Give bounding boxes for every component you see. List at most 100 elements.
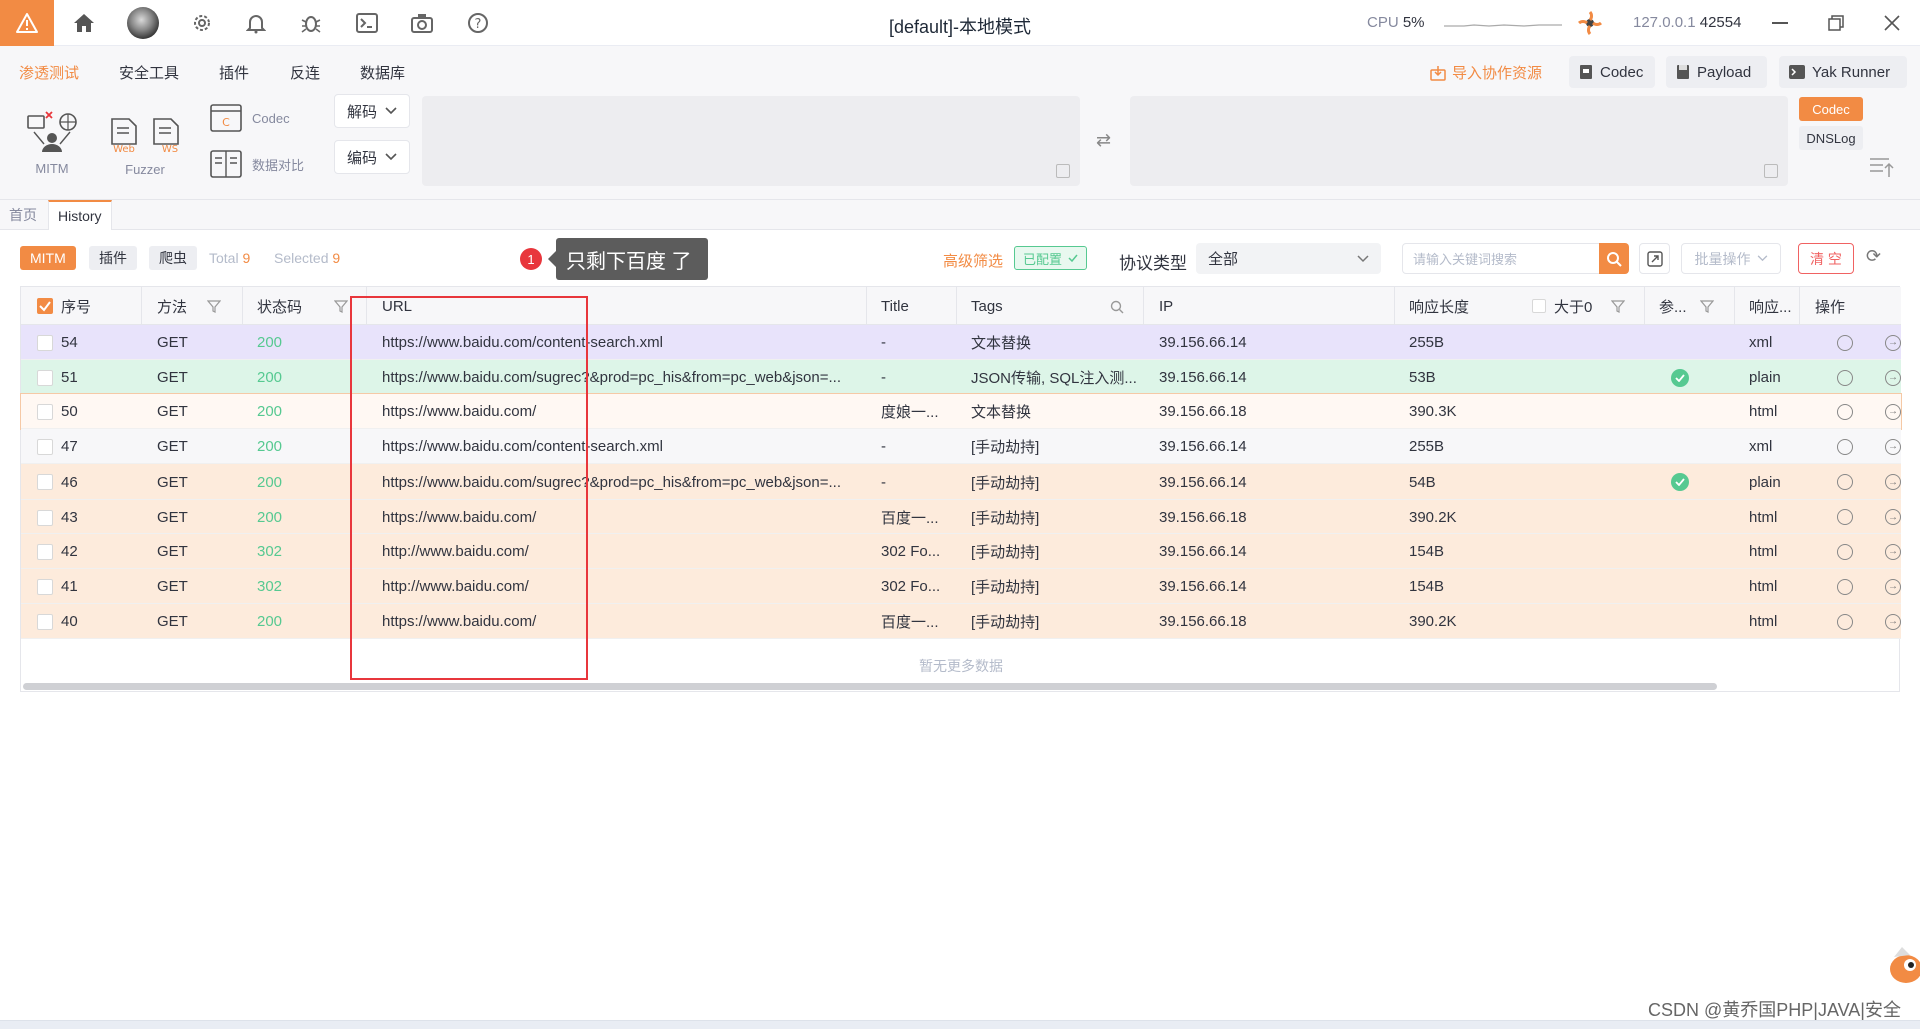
minimize-icon[interactable] xyxy=(1766,10,1794,36)
row-checkbox[interactable] xyxy=(37,335,53,351)
table-row[interactable]: 46 GET 200 https://www.baidu.com/sugrec?&pr… xyxy=(21,464,1901,500)
horizontal-scrollbar[interactable] xyxy=(23,683,1717,690)
codec-tool[interactable]: C Codec xyxy=(210,104,290,132)
menu-reverse[interactable]: 反连 xyxy=(290,62,320,83)
browser-open-icon[interactable] xyxy=(1837,360,1853,395)
arrow-right-icon[interactable]: → xyxy=(1885,534,1901,569)
col-length[interactable]: 响应长度 xyxy=(1409,287,1469,325)
warning-icon[interactable] xyxy=(0,0,54,46)
codec-output-area[interactable] xyxy=(1130,96,1788,186)
browser-open-icon[interactable] xyxy=(1837,569,1853,604)
camera-icon[interactable] xyxy=(409,10,435,36)
row-checkbox[interactable] xyxy=(37,404,53,420)
decode-select[interactable]: 解码 xyxy=(334,94,410,128)
browser-open-icon[interactable] xyxy=(1837,500,1853,534)
mascot-icon[interactable] xyxy=(1880,935,1920,995)
yak-runner-button[interactable]: Yak Runner xyxy=(1779,56,1907,88)
menu-pentest[interactable]: 渗透测试 xyxy=(19,62,79,83)
row-checkbox[interactable] xyxy=(37,370,53,386)
search-icon[interactable] xyxy=(1110,300,1124,314)
fuzzer-tool[interactable]: Web WS Fuzzer xyxy=(106,118,184,177)
arrow-right-icon[interactable]: → xyxy=(1885,569,1901,604)
refresh-icon[interactable]: ⟳ xyxy=(1866,246,1881,267)
collapse-icon[interactable] xyxy=(1869,156,1895,178)
select-all-checkbox[interactable] xyxy=(37,298,53,314)
filter-icon[interactable] xyxy=(1700,300,1714,313)
browser-open-icon[interactable] xyxy=(1837,429,1853,464)
browser-open-icon[interactable] xyxy=(1837,464,1853,500)
help-icon[interactable]: ? xyxy=(465,10,491,36)
bell-icon[interactable] xyxy=(243,10,269,36)
browser-open-icon[interactable] xyxy=(1837,534,1853,569)
protocol-type-select[interactable]: 全部 xyxy=(1196,243,1381,274)
table-row[interactable]: 40 GET 200 https://www.baidu.com/百度一... [手动劫… xyxy=(21,604,1901,639)
table-row[interactable]: 42 GET 302 http://www.baidu.com/302 Fo... [手… xyxy=(21,534,1901,569)
table-row[interactable]: 47 GET 200 https://www.baidu.com/content-se… xyxy=(21,429,1901,464)
configured-tag[interactable]: 已配置 xyxy=(1014,246,1088,270)
col-ip[interactable]: IP xyxy=(1159,287,1173,325)
bug-icon[interactable] xyxy=(298,10,324,36)
arrow-right-icon[interactable]: → xyxy=(1885,429,1901,464)
tab-history[interactable]: History xyxy=(48,200,112,230)
browser-open-icon[interactable] xyxy=(1837,325,1853,360)
col-params[interactable]: 参... xyxy=(1659,287,1687,325)
table-row[interactable]: 50 GET 200 https://www.baidu.com/度娘一... 文本替换… xyxy=(20,393,1902,430)
search-button[interactable] xyxy=(1599,243,1629,274)
col-status[interactable]: 状态码 xyxy=(257,287,302,325)
row-checkbox[interactable] xyxy=(37,544,53,560)
encode-select[interactable]: 编码 xyxy=(334,140,410,174)
arrow-right-icon[interactable]: → xyxy=(1885,325,1901,360)
greater-than-zero-checkbox[interactable] xyxy=(1532,299,1546,313)
terminal-icon[interactable] xyxy=(354,10,380,36)
swap-icon[interactable]: ⇄ xyxy=(1096,130,1111,151)
filter-icon[interactable] xyxy=(207,300,221,313)
row-checkbox[interactable] xyxy=(37,579,53,595)
tab-home[interactable]: 首页 xyxy=(0,200,46,230)
import-resources-button[interactable]: 导入协作资源 xyxy=(1430,62,1542,83)
arrow-right-icon[interactable]: → xyxy=(1885,464,1901,500)
mitm-tool[interactable]: MITM xyxy=(22,108,82,176)
col-title[interactable]: Title xyxy=(881,287,909,325)
browser-open-icon[interactable] xyxy=(1837,604,1853,639)
col-id[interactable]: 序号 xyxy=(61,287,91,325)
arrow-right-icon[interactable]: → xyxy=(1885,604,1901,639)
menu-plugins[interactable]: 插件 xyxy=(219,62,249,83)
codec-input-area[interactable] xyxy=(422,96,1080,186)
col-tags[interactable]: Tags xyxy=(971,287,1003,325)
close-icon[interactable] xyxy=(1878,10,1906,36)
side-dnslog-button[interactable]: DNSLog xyxy=(1799,126,1863,150)
filter-icon[interactable] xyxy=(1611,300,1625,313)
table-row[interactable]: 41 GET 302 http://www.baidu.com/302 Fo... [手… xyxy=(21,569,1901,604)
col-method[interactable]: 方法 xyxy=(157,287,187,325)
filter-plugin-chip[interactable]: 插件 xyxy=(89,246,137,270)
batch-action-select[interactable]: 批量操作 xyxy=(1681,243,1781,274)
side-codec-button[interactable]: Codec xyxy=(1799,97,1863,121)
home-icon[interactable] xyxy=(71,10,97,36)
table-row[interactable]: 51 GET 200 https://www.baidu.com/sugrec?&pr… xyxy=(21,360,1901,395)
arrow-right-icon[interactable]: → xyxy=(1885,394,1901,429)
codec-button[interactable]: Codec xyxy=(1569,56,1655,88)
payload-button[interactable]: Payload xyxy=(1666,56,1767,88)
filter-crawler-chip[interactable]: 爬虫 xyxy=(149,246,197,270)
copy-icon[interactable] xyxy=(1764,164,1778,178)
row-checkbox[interactable] xyxy=(37,474,53,490)
clear-button[interactable]: 清 空 xyxy=(1798,243,1854,274)
avatar[interactable] xyxy=(127,7,159,39)
filter-icon[interactable] xyxy=(334,300,348,313)
restore-icon[interactable] xyxy=(1822,10,1850,36)
search-input[interactable]: 请输入关键词搜索 xyxy=(1402,243,1600,274)
row-checkbox[interactable] xyxy=(37,510,53,526)
advanced-filter-link[interactable]: 高级筛选 xyxy=(943,250,1003,271)
col-content-type[interactable]: 响应... xyxy=(1749,287,1792,325)
row-checkbox[interactable] xyxy=(37,614,53,630)
data-diff-tool[interactable]: 数据对比 xyxy=(210,150,304,178)
table-row[interactable]: 43 GET 200 https://www.baidu.com/百度一... [手动劫… xyxy=(21,500,1901,534)
gear-icon[interactable] xyxy=(189,10,215,36)
export-button[interactable] xyxy=(1639,243,1670,274)
row-checkbox[interactable] xyxy=(37,439,53,455)
yak-engine-icon[interactable] xyxy=(1576,9,1604,37)
table-row[interactable]: 54 GET 200 https://www.baidu.com/content-se… xyxy=(21,325,1901,360)
menu-database[interactable]: 数据库 xyxy=(360,62,405,83)
browser-open-icon[interactable] xyxy=(1837,394,1853,429)
arrow-right-icon[interactable]: → xyxy=(1885,360,1901,395)
